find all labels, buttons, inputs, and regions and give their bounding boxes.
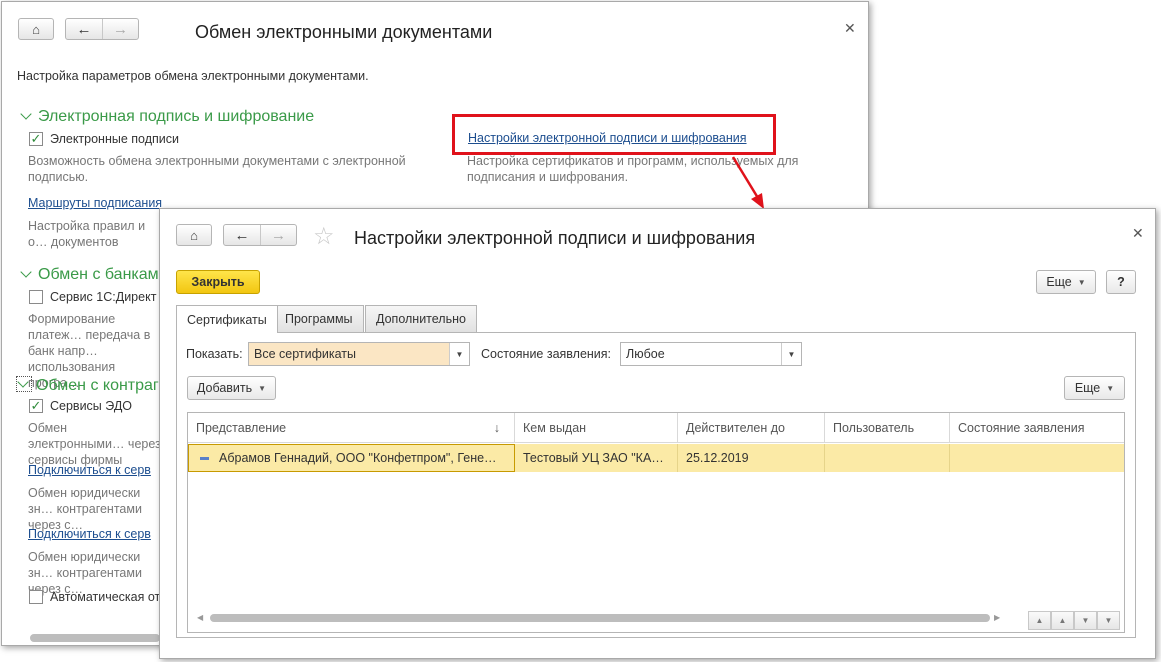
signing-routes-link[interactable]: Маршруты подписания — [28, 196, 162, 210]
edo-checkbox[interactable]: ✓ — [29, 399, 43, 413]
signature-settings-window: ⌂ ← → ☆ Настройки электронной подписи и … — [159, 208, 1156, 659]
chevron-down-icon — [20, 266, 32, 278]
home-button[interactable]: ⌂ — [176, 224, 212, 246]
section-signature[interactable]: Электронная подпись и шифрование — [20, 108, 314, 126]
sort-arrow-icon: ↓ — [493, 420, 500, 435]
scroll-down-icon[interactable]: ▼ — [1074, 611, 1097, 630]
chevron-down-icon — [16, 376, 32, 392]
home-icon: ⌂ — [32, 21, 40, 37]
scroll-up-icon[interactable]: ▲ — [1051, 611, 1074, 630]
add-button[interactable]: Добавить ▼ — [187, 376, 276, 400]
window-title: Обмен электронными документами — [195, 22, 493, 42]
column-header-request-state[interactable]: Состояние заявления — [950, 413, 1124, 443]
state-label: Состояние заявления: — [481, 347, 612, 361]
edo-desc: Обмен электронными… через сервисы фирмы — [28, 421, 161, 467]
caret-down-icon: ▼ — [1077, 277, 1086, 287]
scroll-right-icon[interactable]: ▶ — [994, 613, 1000, 622]
history-nav: ← → — [223, 224, 297, 246]
table-cell[interactable]: Тестовый УЦ ЗАО "КА… — [515, 444, 678, 472]
home-button[interactable]: ⌂ — [18, 18, 54, 40]
edo-label: Сервисы ЭДО — [50, 399, 133, 413]
chevron-down-icon — [20, 108, 32, 120]
tab-certificates[interactable]: Сертификаты — [176, 305, 278, 333]
signatures-desc: Возможность обмена электронными документ… — [28, 154, 406, 184]
direct-bank-checkbox[interactable] — [29, 290, 43, 304]
column-header-valid-until[interactable]: Действителен до — [678, 413, 825, 443]
certificate-icon — [200, 457, 209, 460]
scroll-left-icon[interactable]: ◀ — [197, 613, 203, 622]
highlight-frame — [452, 114, 776, 155]
forward-arrow-icon[interactable]: → — [102, 19, 138, 39]
grid-more-button[interactable]: Еще ▼ — [1064, 376, 1125, 400]
direct-bank-label: Сервис 1С:Директ — [50, 290, 157, 304]
scroll-top-icon[interactable]: ▲ — [1028, 611, 1051, 630]
signatures-label: Электронные подписи — [50, 132, 179, 146]
connect-service-link-1[interactable]: Подключиться к серв — [28, 463, 151, 477]
more-button[interactable]: Еще ▼ — [1036, 270, 1096, 294]
scroll-bottom-icon[interactable]: ▼ — [1097, 611, 1120, 630]
show-filter-select[interactable]: Все сертификаты ▼ — [248, 342, 470, 366]
caret-down-icon: ▼ — [258, 383, 267, 393]
forward-arrow-icon[interactable]: → — [260, 225, 296, 245]
close-button[interactable]: Закрыть — [176, 270, 260, 294]
column-header-presentation[interactable]: Представление ↓ — [188, 413, 515, 443]
star-icon[interactable]: ☆ — [313, 222, 335, 251]
intro-text: Настройка параметров обмена электронными… — [17, 69, 369, 83]
horizontal-scrollbar[interactable] — [30, 634, 160, 642]
connect-service-link-2[interactable]: Подключиться к серв — [28, 527, 151, 541]
close-icon[interactable]: ✕ — [1132, 225, 1144, 242]
auto-checkbox[interactable] — [29, 590, 43, 604]
dropdown-icon[interactable]: ▼ — [449, 343, 469, 365]
tab-additional[interactable]: Дополнительно — [365, 305, 477, 332]
signatures-checkbox[interactable]: ✓ — [29, 132, 43, 146]
signature-settings-desc: Настройка сертификатов и программ, испол… — [467, 154, 799, 184]
dropdown-icon[interactable]: ▼ — [781, 343, 801, 365]
section-banks[interactable]: Обмен с банками — [20, 266, 168, 284]
back-arrow-icon[interactable]: ← — [224, 225, 260, 245]
history-nav: ← → — [65, 18, 139, 40]
back-arrow-icon[interactable]: ← — [66, 19, 102, 39]
table-cell[interactable] — [825, 444, 950, 472]
column-header-issuer[interactable]: Кем выдан — [515, 413, 678, 443]
window-title: Настройки электронной подписи и шифрован… — [354, 228, 756, 248]
column-header-user[interactable]: Пользователь — [825, 413, 950, 443]
horizontal-scrollbar[interactable] — [210, 614, 990, 622]
certificates-table: Представление ↓ Кем выдан Действителен д… — [187, 412, 1125, 633]
table-cell[interactable] — [950, 444, 1124, 472]
connect-desc-1: Обмен юридически зн… контрагентами через… — [28, 486, 142, 532]
table-cell[interactable]: 25.12.2019 — [678, 444, 825, 472]
show-label: Показать: — [186, 347, 243, 361]
routes-desc: Настройка правил и о… документов — [28, 219, 146, 249]
close-icon[interactable]: ✕ — [844, 20, 856, 37]
tab-programs[interactable]: Программы — [274, 305, 364, 332]
help-button[interactable]: ? — [1106, 270, 1136, 294]
section-counterparties[interactable]: Обмен с контраг — [16, 376, 159, 395]
table-cell[interactable]: Абрамов Геннадий, ООО "Конфетпром", Гене… — [188, 444, 515, 472]
caret-down-icon: ▼ — [1106, 383, 1115, 393]
home-icon: ⌂ — [190, 227, 198, 243]
state-filter-select[interactable]: Любое ▼ — [620, 342, 802, 366]
auto-label: Автоматическая от — [50, 590, 161, 604]
